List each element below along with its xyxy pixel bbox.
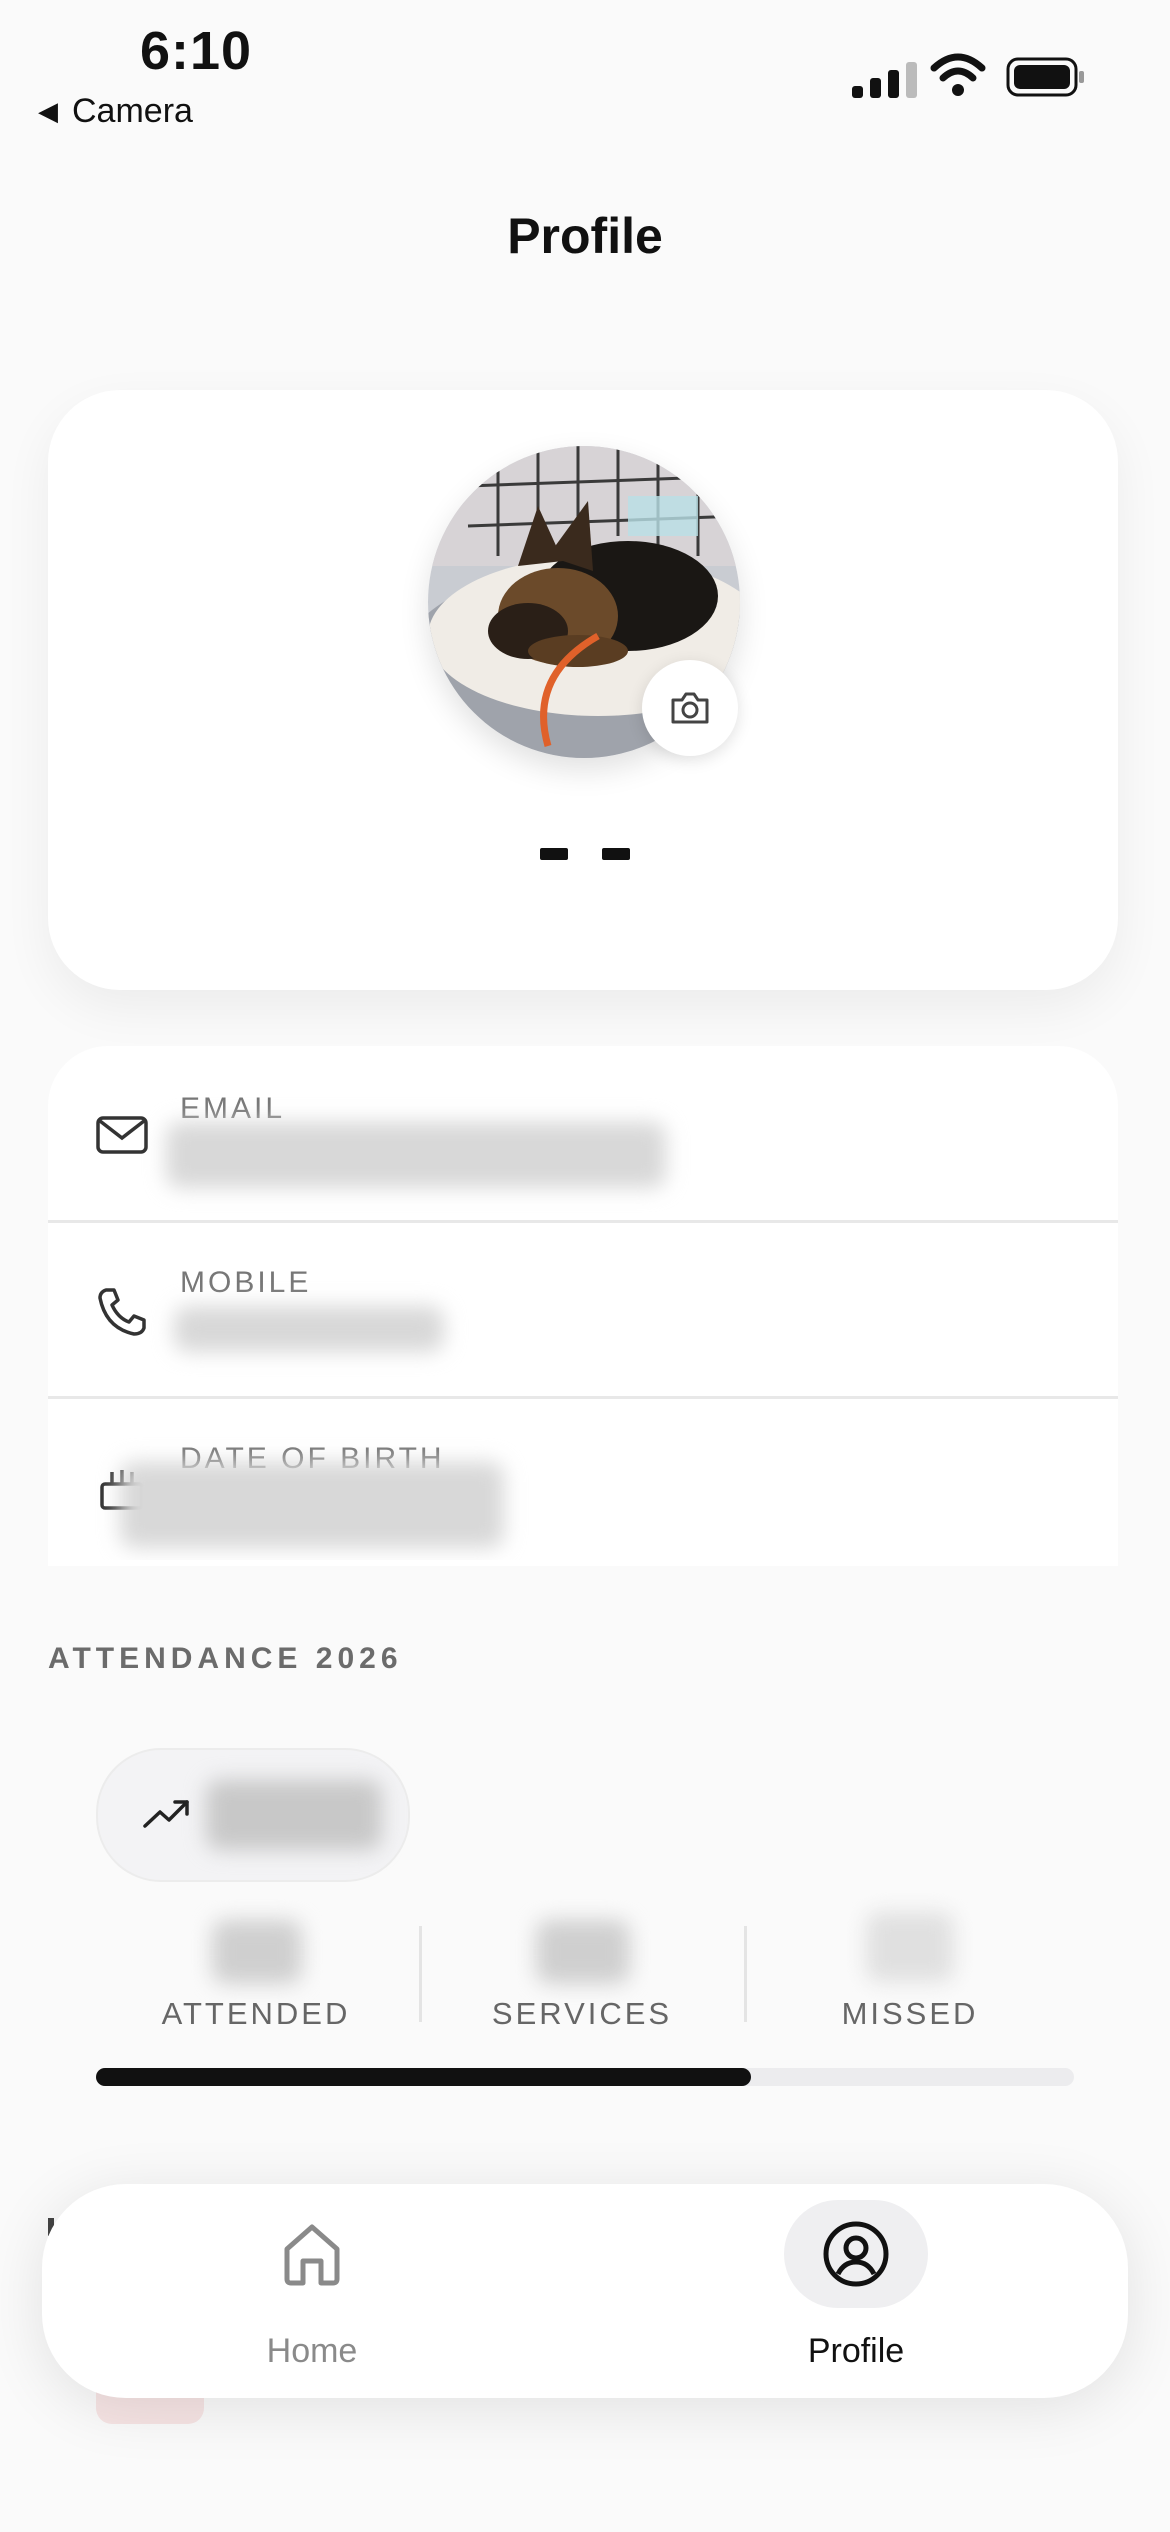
attendance-rate-pill	[96, 1748, 410, 1882]
tab-home-label: Home	[266, 2332, 358, 2370]
divider	[48, 1220, 1118, 1223]
camera-icon	[671, 692, 709, 724]
tab-profile[interactable]: Profile	[746, 2200, 966, 2371]
attendance-section-title: ATTENDANCE 2026	[48, 1642, 403, 1675]
divider	[48, 1396, 1118, 1399]
tab-home[interactable]: Home	[202, 2200, 422, 2371]
back-label: Camera	[72, 92, 193, 130]
trending-up-icon	[143, 1800, 189, 1828]
attendance-rate-redacted	[206, 1780, 382, 1850]
stat-divider	[744, 1926, 747, 2022]
battery-icon	[1006, 57, 1084, 97]
email-label: EMAIL	[180, 1092, 286, 1125]
stat-divider	[419, 1926, 422, 2022]
tab-profile-icon-wrap	[784, 2200, 928, 2308]
mail-icon	[96, 1116, 148, 1154]
mobile-row[interactable]: MOBILE	[48, 1224, 1118, 1400]
cellular-signal-icon	[852, 58, 917, 98]
tab-home-icon-wrap	[240, 2200, 384, 2308]
phone-icon	[98, 1288, 146, 1336]
back-triangle-icon: ◀	[38, 96, 58, 126]
home-icon	[284, 2224, 340, 2286]
attended-value-redacted	[212, 1920, 302, 1984]
email-value-redacted	[166, 1122, 666, 1188]
mobile-value-redacted	[174, 1306, 444, 1352]
date-of-birth-value-redacted	[120, 1462, 504, 1548]
email-row[interactable]: EMAIL	[48, 1046, 1118, 1222]
attended-label: ATTENDED	[161, 1996, 351, 2031]
missed-label: MISSED	[841, 1996, 979, 2031]
services-label: SERVICES	[491, 1996, 673, 2031]
page-title: Profile	[507, 208, 663, 264]
services-value-redacted	[536, 1920, 630, 1984]
change-photo-button[interactable]	[642, 660, 738, 756]
user-circle-icon	[823, 2221, 889, 2287]
date-of-birth-row[interactable]: DATE OF BIRTH	[48, 1400, 1118, 1560]
status-time: 6:10	[140, 21, 253, 81]
back-to-camera-link[interactable]: ◀ Camera	[38, 92, 193, 131]
mobile-label: MOBILE	[180, 1266, 312, 1299]
profile-name-placeholder	[540, 848, 630, 864]
attendance-progress-fill	[96, 2068, 751, 2086]
wifi-icon	[930, 53, 986, 96]
missed-value-redacted	[866, 1912, 954, 1982]
tab-profile-label: Profile	[807, 2332, 905, 2370]
